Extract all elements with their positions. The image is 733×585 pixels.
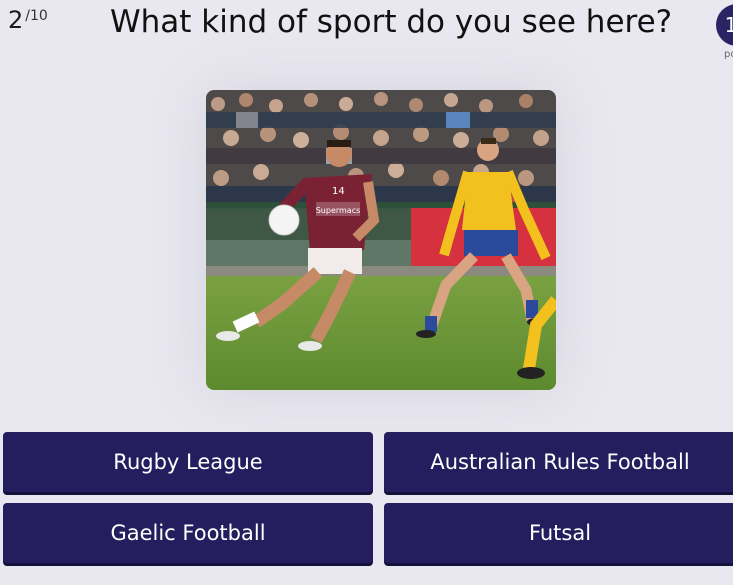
grass-pitch [206, 276, 556, 390]
answer-button-1[interactable]: Rugby League [3, 432, 373, 492]
current-question-number: 2 [8, 6, 24, 34]
jersey-text: Supermacs [316, 206, 361, 215]
question-image: Supermacs 14 [206, 90, 556, 390]
points-badge: 1 [716, 4, 733, 46]
total-questions: /10 [25, 8, 48, 24]
answer-button-4[interactable]: Futsal [384, 503, 733, 563]
sport-photo: Supermacs 14 [206, 90, 556, 390]
jersey-number: 14 [332, 186, 345, 197]
points-label: po [724, 49, 733, 60]
answer-button-3[interactable]: Gaelic Football [3, 503, 373, 563]
points-badge-value: 1 [724, 13, 733, 37]
answer-button-2[interactable]: Australian Rules Football [384, 432, 733, 492]
question-counter: 2/10 [8, 6, 48, 34]
question-text: What kind of sport do you see here? [110, 4, 673, 40]
